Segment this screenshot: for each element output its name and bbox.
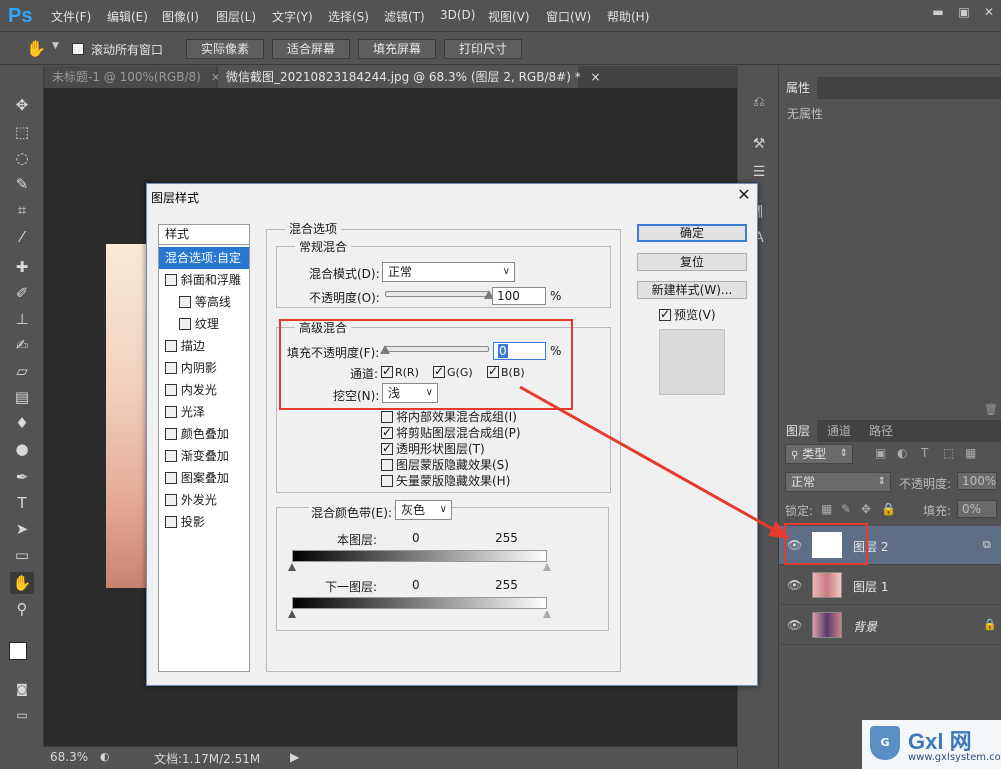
annotation-arrow [519, 385, 790, 539]
watermark-url: www.gxlsystem.com [908, 752, 1001, 763]
site-watermark: G Gxl 网 www.gxlsystem.com [862, 720, 1001, 769]
shield-logo-icon: G [870, 726, 900, 760]
